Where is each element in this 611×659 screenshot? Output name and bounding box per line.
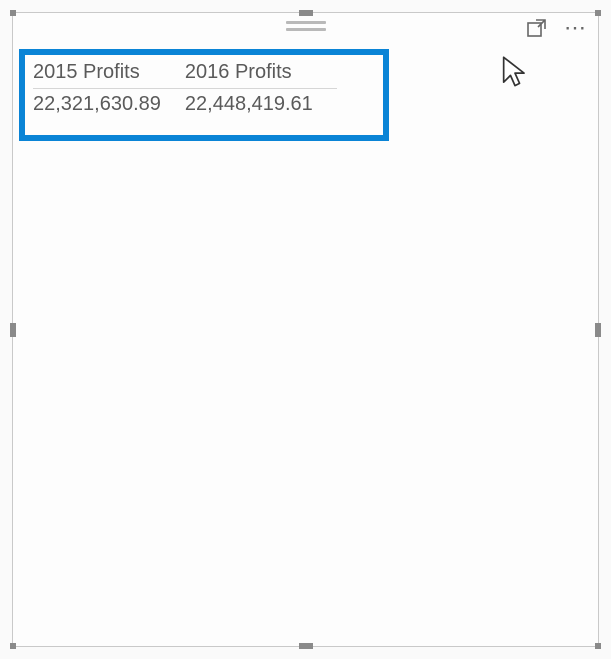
drag-grip-icon[interactable] bbox=[286, 21, 326, 31]
table-row[interactable]: 22,321,630.89 22,448,419.61 bbox=[33, 89, 337, 117]
highlight-callout: 2015 Profits 2016 Profits 22,321,630.89 … bbox=[19, 49, 389, 141]
table-header-row: 2015 Profits 2016 Profits bbox=[33, 61, 337, 89]
column-header-2016[interactable]: 2016 Profits bbox=[185, 61, 337, 89]
resize-handle-mid-right[interactable] bbox=[595, 323, 601, 337]
resize-handle-bottom-left[interactable] bbox=[10, 643, 16, 649]
cell-2015-profits: 22,321,630.89 bbox=[33, 89, 185, 117]
focus-mode-icon[interactable] bbox=[524, 15, 550, 41]
resize-handle-mid-left[interactable] bbox=[10, 323, 16, 337]
column-header-2015[interactable]: 2015 Profits bbox=[33, 61, 185, 89]
tile-header: ⋯ bbox=[13, 13, 598, 43]
profits-table: 2015 Profits 2016 Profits 22,321,630.89 … bbox=[33, 61, 337, 116]
cell-2016-profits: 22,448,419.61 bbox=[185, 89, 337, 117]
resize-handle-bottom-right[interactable] bbox=[595, 643, 601, 649]
tile-header-actions: ⋯ bbox=[524, 15, 592, 41]
cursor-arrow-icon bbox=[501, 55, 529, 89]
report-visual-tile[interactable]: ⋯ 2015 Profits 2016 Profits 22,321,630.8… bbox=[12, 12, 599, 647]
more-options-icon[interactable]: ⋯ bbox=[560, 17, 592, 39]
resize-handle-bottom-center[interactable] bbox=[299, 643, 313, 649]
